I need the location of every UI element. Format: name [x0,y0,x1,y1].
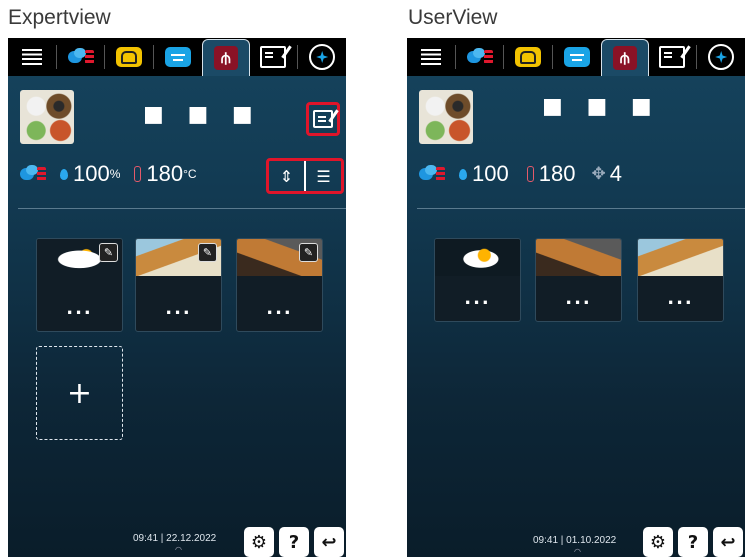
steam-heat-icon [419,165,445,183]
tab-smart[interactable] [697,38,745,76]
help-button[interactable]: ? [279,527,309,557]
chef-hat-icon [515,47,542,67]
tab-steam-heat[interactable] [57,38,105,76]
menu-icon [21,49,42,65]
program-title: ■ ■ ■ [542,94,660,119]
temperature-value: 180 [538,161,576,186]
settings-sliders-button[interactable]: ☰ [306,161,341,191]
tab-program-list[interactable] [553,38,601,76]
program-image[interactable] [20,90,74,144]
wifi-icon: ◠ [574,547,581,556]
program-title: ■ ■ ■ [143,102,261,127]
step-label: ... [266,298,293,319]
tab-menu[interactable] [407,38,455,76]
userview-caption: UserView [408,6,498,29]
divider-line [417,208,745,209]
tab-bar: ⫛ [407,38,745,76]
pencil-icon[interactable]: ✎ [299,243,318,262]
humidity-value: 100 [73,161,110,186]
back-button[interactable]: ↩ [314,527,344,557]
clock-date: 09:41 | 22.12.2022 [133,533,217,544]
humidity-value: 100 [472,161,509,186]
userview-screen: ⫛ ■ ■ ■ 100 180 ✥ 4 ... ... ... 09:41 | … [407,38,745,557]
program-list-icon [165,47,192,67]
pencil-icon[interactable]: ✎ [198,243,217,262]
step-label: ... [667,288,694,309]
steam-heat-icon [466,48,493,66]
tab-bar: ⫛ [8,38,346,76]
tab-chef[interactable] [504,38,552,76]
help-button[interactable]: ? [678,527,708,557]
divider-line [18,208,346,209]
step-card[interactable]: ✎ ... [36,238,123,332]
clock-date: 09:41 | 01.10.2022 [533,535,617,546]
add-step-button[interactable]: + [36,346,123,440]
temperature-range-button[interactable]: ⇕ [269,161,306,191]
step-label: ... [165,298,192,319]
step-card[interactable]: ... [535,238,622,322]
menu-icon [420,49,441,65]
expertview-screen: ⫛ ■ ■ ■ 100 % 180 °C ⇕ ☰ ✎ ... ✎ ... ✎ .… [8,38,346,557]
tab-cooking-path[interactable]: ⫛ [600,39,649,76]
temperature-icon [526,166,534,182]
temperature-value: 180 [146,161,184,186]
step-card[interactable]: ... [434,238,521,322]
climate-settings-group: ⇕ ☰ [266,158,344,194]
steam-heat-icon [20,165,46,183]
cooking-path-icon: ⫛ [612,46,637,70]
fan-value: 4 [609,161,622,186]
climate-params: 100 180 ✥ 4 [419,161,622,187]
smart-icon [309,44,336,70]
settings-button[interactable]: ⚙ [244,527,274,557]
humidity-icon [60,168,68,180]
edit-icon [659,46,686,68]
expertview-caption: Expertview [8,6,111,29]
breakfast-plate-image [638,239,723,276]
step-label: ... [66,298,93,319]
humidity-unit: % [109,167,121,181]
step-label: ... [464,288,491,309]
tab-edit[interactable] [250,38,298,76]
chef-hat-icon [116,47,143,67]
step-label: ... [565,288,592,309]
edit-checklist-button[interactable] [306,102,340,136]
program-list-icon [564,47,591,67]
edit-icon [260,46,287,68]
checklist-icon [313,110,333,128]
step-card[interactable]: ... [637,238,724,322]
program-image[interactable] [419,90,473,144]
temperature-icon [134,166,142,182]
step-card[interactable]: ✎ ... [236,238,323,332]
tab-steam-heat[interactable] [456,38,504,76]
toast-image [536,239,621,276]
tab-chef[interactable] [105,38,153,76]
temperature-unit: °C [183,167,197,181]
tab-program-list[interactable] [154,38,202,76]
cooking-path-icon: ⫛ [213,46,238,70]
tab-smart[interactable] [298,38,346,76]
pencil-icon[interactable]: ✎ [99,243,118,262]
settings-button[interactable]: ⚙ [643,527,673,557]
climate-params: 100 % 180 °C [20,161,197,187]
back-button[interactable]: ↩ [713,527,743,557]
steam-heat-icon [67,48,94,66]
wifi-icon: ◠ [175,545,182,554]
tab-menu[interactable] [8,38,56,76]
fan-icon: ✥ [591,164,606,183]
fried-egg-image [435,239,520,276]
smart-icon [708,44,735,70]
humidity-icon [459,168,467,180]
tab-cooking-path[interactable]: ⫛ [201,39,250,76]
step-card[interactable]: ✎ ... [135,238,222,332]
tab-edit[interactable] [649,38,697,76]
